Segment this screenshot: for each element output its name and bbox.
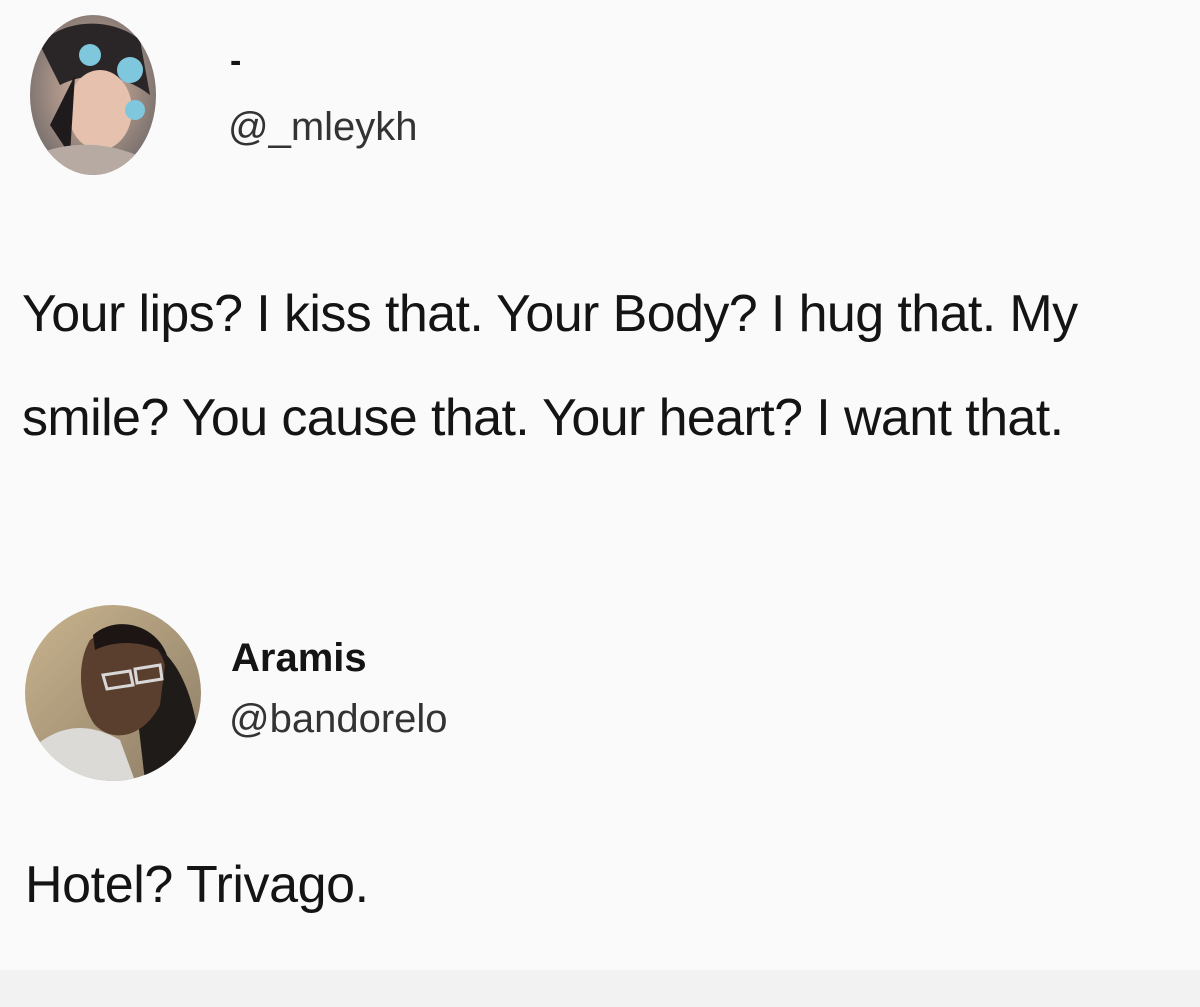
display-name[interactable]: Aramis [231,636,367,681]
avatar[interactable] [25,605,201,781]
avatar-photo [25,605,201,781]
tweet-text: Your lips? I kiss that. Your Body? I hug… [22,285,1078,447]
tweet-text: Hotel? Trivago. [25,856,369,914]
bottom-divider [0,970,1200,1007]
avatar[interactable] [30,15,156,175]
user-handle[interactable]: @_mleykh [228,105,418,150]
screenshot: - @_mleykh Your lips? I kiss that. Your … [0,0,1200,1007]
tweet: - @_mleykh Your lips? I kiss that. Your … [0,0,1200,575]
avatar-photo [30,15,156,175]
reply-tweet: Aramis @bandorelo Hotel? Trivago. [0,590,1200,980]
user-handle[interactable]: @bandorelo [229,697,448,742]
display-name[interactable]: - [230,42,241,81]
